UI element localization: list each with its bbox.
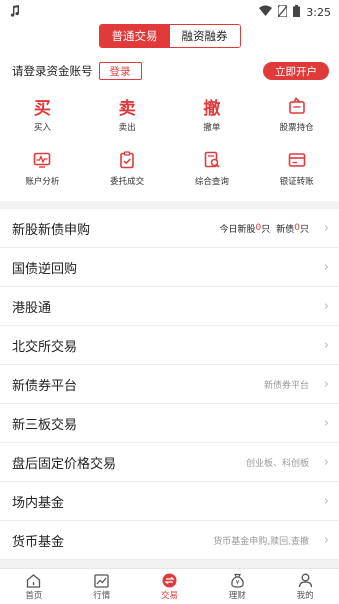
action-holdings[interactable]: 股票持仓 <box>254 95 339 133</box>
open-account-button[interactable]: 立即开户 <box>263 62 329 80</box>
wealth-bag-icon: ¥ <box>230 573 245 589</box>
trade-header: 普通交易 融资融券 请登录资金账号 登录 立即开户 买 买入 卖 卖出 撤 撤单… <box>0 24 339 201</box>
no-sim-icon <box>277 3 288 20</box>
query-icon <box>203 149 221 171</box>
quick-actions: 买 买入 卖 卖出 撤 撤单 股票持仓 账户分析 委托成交 综合查询 银证转账 <box>0 95 339 187</box>
ipo-unit: 只 <box>261 224 271 235</box>
list-item-after-hours-fixed-price[interactable]: 盘后固定价格交易 创业板、科创板 › <box>0 443 339 482</box>
buy-icon: 买 <box>33 98 51 119</box>
bond-unit: 只 <box>299 224 309 235</box>
wifi-icon <box>259 5 273 19</box>
list-item-title: 北交所交易 <box>12 339 78 355</box>
login-button[interactable]: 登录 <box>98 62 142 80</box>
status-bar: 3:25 <box>0 0 339 24</box>
today-ipo-label: 今日新股 <box>219 224 256 235</box>
chevron-right-icon: › <box>323 376 329 392</box>
chevron-right-icon: › <box>323 259 329 275</box>
list-item-title: 盘后固定价格交易 <box>12 456 117 472</box>
action-sell[interactable]: 卖 卖出 <box>85 95 170 134</box>
tab-label: 行情 <box>93 590 111 601</box>
list-item-title: 货币基金 <box>12 534 65 550</box>
action-label: 卖出 <box>118 123 136 133</box>
music-note-icon <box>10 4 20 20</box>
list-item-note: 创业板、科创板 <box>245 458 309 469</box>
action-label: 买入 <box>33 123 51 133</box>
action-orders[interactable]: 委托成交 <box>85 149 170 187</box>
action-account-analysis[interactable]: 账户分析 <box>0 149 85 187</box>
trade-type-switch: 普通交易 融资融券 <box>98 24 241 48</box>
action-label: 委托成交 <box>110 177 145 187</box>
transfer-icon <box>288 149 306 171</box>
chevron-right-icon: › <box>323 415 329 431</box>
sell-icon: 卖 <box>118 98 136 119</box>
trade-menu-list: 新股新债申购 今日新股 0 只 新债 0 只 › 国债逆回购 › 港股通 › 北交所交易… <box>0 209 339 560</box>
tab-wealth[interactable]: ¥ 理财 <box>203 569 271 604</box>
list-item-neeq-trading[interactable]: 新三板交易 › <box>0 404 339 443</box>
orders-icon <box>118 149 136 171</box>
list-item-ipo-subscription[interactable]: 新股新债申购 今日新股 0 只 新债 0 只 › <box>0 209 339 248</box>
action-transfer[interactable]: 银证转账 <box>254 149 339 187</box>
list-item-title: 新三板交易 <box>12 417 78 433</box>
new-bond-label: 新债 <box>276 224 295 235</box>
action-label: 银证转账 <box>279 177 314 187</box>
home-icon <box>26 573 41 589</box>
chevron-right-icon: › <box>323 337 329 353</box>
tab-home[interactable]: 首页 <box>0 569 68 604</box>
list-item-title: 港股通 <box>12 300 52 316</box>
bottom-tab-bar: 首页 行情 交易 ¥ 理财 我的 <box>0 568 339 604</box>
list-item-reverse-repo[interactable]: 国债逆回购 › <box>0 248 339 287</box>
action-label: 综合查询 <box>194 177 229 187</box>
list-item-money-funds[interactable]: 货币基金 货币基金申购,赎回,查撤 › <box>0 521 339 560</box>
action-cancel-order[interactable]: 撤 撤单 <box>170 95 255 134</box>
tab-label: 理财 <box>228 590 246 601</box>
profile-icon <box>298 573 313 589</box>
trade-icon <box>162 573 177 589</box>
action-label: 股票持仓 <box>279 123 314 133</box>
chevron-right-icon: › <box>323 454 329 470</box>
tab-market[interactable]: 行情 <box>68 569 136 604</box>
action-label: 账户分析 <box>25 177 60 187</box>
list-item-bse-trading[interactable]: 北交所交易 › <box>0 326 339 365</box>
tab-normal-trading[interactable]: 普通交易 <box>99 25 170 47</box>
tab-label: 首页 <box>25 590 43 601</box>
clock-time: 3:25 <box>306 5 331 19</box>
market-chart-icon <box>94 573 109 589</box>
list-item-title: 场内基金 <box>12 495 65 511</box>
list-item-note: 新债券平台 <box>263 380 309 391</box>
svg-text:¥: ¥ <box>235 580 239 587</box>
list-item-title: 国债逆回购 <box>12 261 78 277</box>
action-buy[interactable]: 买 买入 <box>0 95 85 134</box>
tab-profile[interactable]: 我的 <box>271 569 339 604</box>
action-label: 撤单 <box>203 123 221 133</box>
tab-margin-trading[interactable]: 融资融券 <box>169 25 240 47</box>
list-item-title: 新债券平台 <box>12 378 78 394</box>
list-item-hk-connect[interactable]: 港股通 › <box>0 287 339 326</box>
tab-label: 交易 <box>160 590 178 601</box>
cancel-order-icon: 撤 <box>203 98 221 119</box>
battery-icon <box>293 4 301 20</box>
action-query[interactable]: 综合查询 <box>170 149 255 187</box>
tab-label: 我的 <box>296 590 314 601</box>
account-analysis-icon <box>33 149 51 171</box>
chevron-right-icon: › <box>323 298 329 314</box>
list-item-new-bond-platform[interactable]: 新债券平台 新债券平台 › <box>0 365 339 404</box>
login-prompt: 请登录资金账号 <box>12 64 93 78</box>
chevron-right-icon: › <box>323 532 329 548</box>
tab-trade[interactable]: 交易 <box>136 569 204 604</box>
list-item-exchange-funds[interactable]: 场内基金 › <box>0 482 339 521</box>
chevron-right-icon: › <box>323 220 329 236</box>
holdings-icon <box>288 95 306 117</box>
chevron-right-icon: › <box>323 493 329 509</box>
list-item-title: 新股新债申购 <box>12 222 91 238</box>
list-item-note: 货币基金申购,赎回,查撤 <box>213 536 309 547</box>
